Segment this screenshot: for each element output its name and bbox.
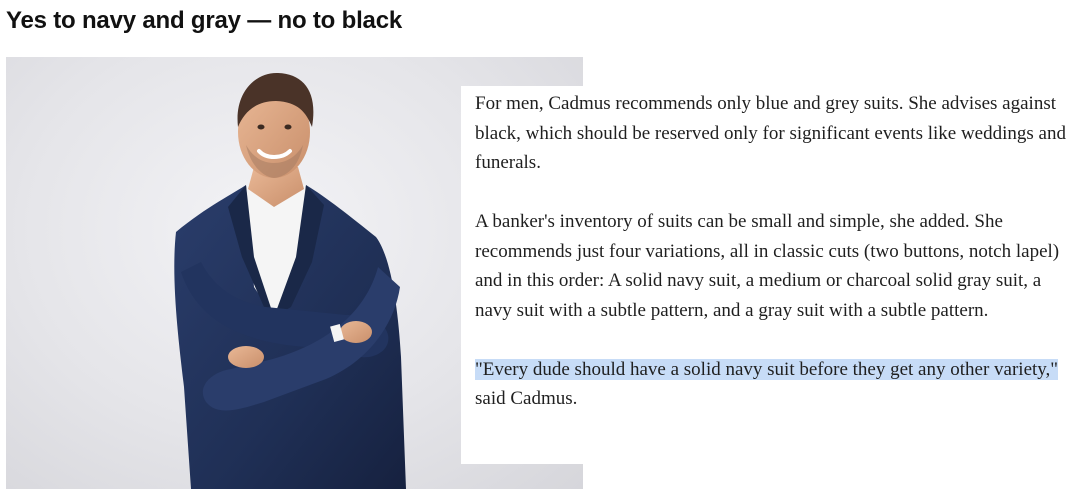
paragraph-quote: "Every dude should have a solid navy sui… (475, 355, 1075, 414)
paragraph-1: For men, Cadmus recommends only blue and… (475, 93, 1066, 173)
paragraph-2: A banker's inventory of suits can be sma… (475, 211, 1060, 321)
article-body: For men, Cadmus recommends only blue and… (475, 89, 1075, 414)
quote-attribution: said Cadmus. (475, 388, 578, 409)
section-headline: Yes to navy and gray — no to black (6, 7, 402, 34)
highlighted-quote[interactable]: "Every dude should have a solid navy sui… (475, 358, 1059, 380)
